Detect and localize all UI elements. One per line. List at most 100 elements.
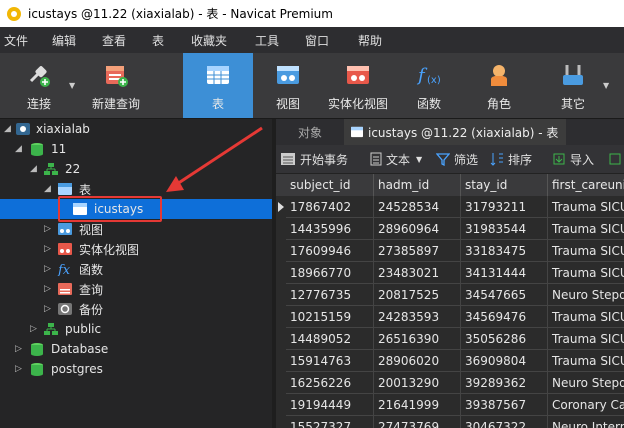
table-cell[interactable]: 31983544 <box>461 218 548 240</box>
menu-file[interactable]: 文件 <box>4 32 28 49</box>
table-cell[interactable]: 30467322 <box>461 416 548 428</box>
export-icon[interactable] <box>608 145 622 173</box>
table-cell[interactable]: 34131444 <box>461 262 548 284</box>
tree-schema-public[interactable]: ▷ public <box>0 319 272 339</box>
expand-icon[interactable]: ▷ <box>44 284 51 294</box>
table-cell[interactable]: 24283593 <box>374 306 461 328</box>
expand-icon[interactable]: ▷ <box>44 264 51 274</box>
table-cell[interactable]: 26516390 <box>374 328 461 350</box>
tree-views[interactable]: ▷ 视图 <box>0 219 272 239</box>
table-cell[interactable]: Neuro Stepdown <box>548 372 624 394</box>
table-cell[interactable]: 39289362 <box>461 372 548 394</box>
tree-materialized-views[interactable]: ▷ 实体化视图 <box>0 239 272 259</box>
menu-table[interactable]: 表 <box>152 32 164 49</box>
column-header[interactable]: hadm_id <box>374 174 461 196</box>
expand-icon[interactable]: ▷ <box>15 344 22 354</box>
menu-tools[interactable]: 工具 <box>255 32 279 49</box>
view-button[interactable]: 视图 <box>262 53 314 118</box>
table-cell[interactable]: 18966770 <box>286 262 374 284</box>
table-cell[interactable]: 35056286 <box>461 328 548 350</box>
tree-db-postgres[interactable]: ▷ postgres <box>0 359 272 379</box>
tree-queries[interactable]: ▷ 查询 <box>0 279 272 299</box>
table-row[interactable]: 155273272747376930467322Neuro Intermedia… <box>276 416 624 428</box>
table-cell[interactable]: 21641999 <box>374 394 461 416</box>
tab-objects[interactable]: 对象 <box>298 119 322 145</box>
sort-button[interactable]: 排序 <box>490 145 532 173</box>
table-cell[interactable]: 14435996 <box>286 218 374 240</box>
materialized-view-button[interactable]: 实体化视图 <box>325 53 391 118</box>
menu-window[interactable]: 窗口 <box>305 32 329 49</box>
column-header[interactable]: first_careunit <box>548 174 624 196</box>
table-cell[interactable]: 12776735 <box>286 284 374 306</box>
table-cell[interactable]: 20817525 <box>374 284 461 306</box>
table-cell[interactable]: 16256226 <box>286 372 374 394</box>
table-cell[interactable]: 15914763 <box>286 350 374 372</box>
expand-icon[interactable]: ▷ <box>44 244 51 254</box>
table-cell[interactable]: 27473769 <box>374 416 461 428</box>
table-cell[interactable]: 28960964 <box>374 218 461 240</box>
table-cell[interactable]: 33183475 <box>461 240 548 262</box>
table-row[interactable]: 10215159 24283593 34569476 Trauma SICU <box>276 306 624 328</box>
table-cell[interactable]: 34569476 <box>461 306 548 328</box>
collapse-icon[interactable]: ◢ <box>15 144 22 154</box>
table-row[interactable]: 127767352081752534547665Neuro Stepdown <box>276 284 624 306</box>
connect-dropdown-icon[interactable]: ▼ <box>69 81 75 90</box>
table-cell[interactable]: Trauma SICU <box>548 240 624 262</box>
table-cell[interactable]: Trauma SICU <box>548 328 624 350</box>
collapse-icon[interactable]: ◢ <box>4 124 11 134</box>
table-row[interactable]: 15914763 28906020 36909804 Trauma SICU <box>276 350 624 372</box>
filter-button[interactable]: 筛选 <box>436 145 478 173</box>
table-cell[interactable]: 36909804 <box>461 350 548 372</box>
table-row[interactable]: 191944492164199939387567Coronary Care <box>276 394 624 416</box>
collapse-icon[interactable]: ◢ <box>30 164 37 174</box>
expand-icon[interactable]: ▷ <box>44 304 51 314</box>
other-button[interactable]: 其它 <box>548 53 598 118</box>
table-cell[interactable]: 31793211 <box>461 196 548 218</box>
menu-help[interactable]: 帮助 <box>358 32 382 49</box>
table-cell[interactable]: Coronary Care <box>548 394 624 416</box>
import-button[interactable]: 导入 <box>552 145 594 173</box>
expand-icon[interactable]: ▷ <box>15 364 22 374</box>
table-cell[interactable]: Neuro Stepdown <box>548 284 624 306</box>
role-button[interactable]: 角色 <box>474 53 524 118</box>
table-cell[interactable]: 10215159 <box>286 306 374 328</box>
expand-icon[interactable]: ▷ <box>30 324 37 334</box>
tree-backups[interactable]: ▷ 备份 <box>0 299 272 319</box>
table-row[interactable]: 14489052 26516390 35056286 Trauma SICU <box>276 328 624 350</box>
new-query-button[interactable]: 新建查询 <box>86 53 146 118</box>
expand-icon[interactable]: ▷ <box>44 224 51 234</box>
begin-transaction-button[interactable]: 开始事务 <box>280 145 348 173</box>
connect-button[interactable]: 连接 <box>12 53 66 118</box>
table-cell[interactable]: 15527327 <box>286 416 374 428</box>
column-header[interactable]: subject_id <box>286 174 374 196</box>
column-header[interactable]: stay_id <box>461 174 548 196</box>
table-cell[interactable]: Trauma SICU <box>548 196 624 218</box>
table-cell[interactable]: Trauma SICU <box>548 306 624 328</box>
table-cell[interactable]: Trauma SICU <box>548 262 624 284</box>
table-cell[interactable]: 24528534 <box>374 196 461 218</box>
table-row[interactable]: 17609946 27385897 33183475 Trauma SICU <box>276 240 624 262</box>
table-cell[interactable]: 28906020 <box>374 350 461 372</box>
text-button[interactable]: 文本 ▼ <box>370 145 422 173</box>
table-cell[interactable]: 17609946 <box>286 240 374 262</box>
table-row[interactable]: 14435996 28960964 31983544 Trauma SICU <box>276 218 624 240</box>
function-button[interactable]: f (x) 函数 <box>404 53 454 118</box>
table-cell[interactable]: Neuro Intermediate <box>548 416 624 428</box>
collapse-icon[interactable]: ◢ <box>44 184 51 194</box>
menu-view[interactable]: 查看 <box>102 32 126 49</box>
table-cell[interactable]: 34547665 <box>461 284 548 306</box>
menu-favorites[interactable]: 收藏夹 <box>191 32 227 49</box>
tab-icustays[interactable]: icustays @11.22 (xiaxialab) - 表 <box>344 119 567 145</box>
tree-db-database[interactable]: ▷ Database <box>0 339 272 359</box>
table-cell[interactable]: Trauma SICU <box>548 350 624 372</box>
table-cell[interactable]: 17867402 <box>286 196 374 218</box>
table-button[interactable]: 表 <box>183 53 253 118</box>
table-cell[interactable]: 14489052 <box>286 328 374 350</box>
table-cell[interactable]: 20013290 <box>374 372 461 394</box>
other-dropdown-icon[interactable]: ▼ <box>603 81 609 90</box>
menu-edit[interactable]: 编辑 <box>52 32 76 49</box>
table-cell[interactable]: 23483021 <box>374 262 461 284</box>
table-cell[interactable]: 39387567 <box>461 394 548 416</box>
table-row[interactable]: 18966770 23483021 34131444 Trauma SICU <box>276 262 624 284</box>
table-cell[interactable]: 19194449 <box>286 394 374 416</box>
